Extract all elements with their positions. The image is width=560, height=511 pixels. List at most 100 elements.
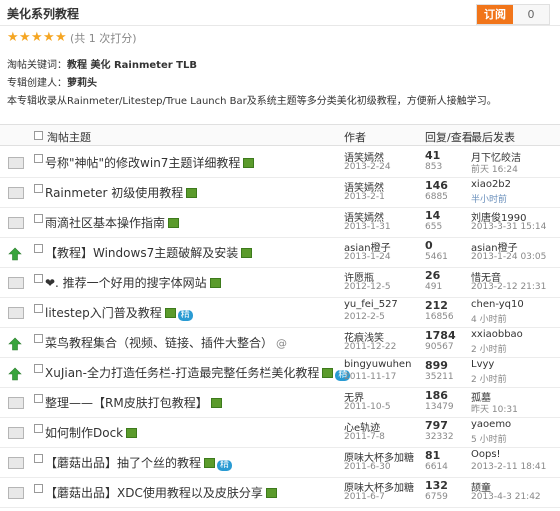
thread-title[interactable]: litestep入门普及教程 精 <box>45 304 193 321</box>
last-poster[interactable]: Lvyy <box>471 359 494 370</box>
thread-title[interactable]: 雨滴社区基本操作指南 <box>45 214 180 231</box>
view-count: 491 <box>425 282 443 292</box>
creator-label: 专辑创建人： <box>7 78 67 89</box>
thread-title[interactable]: 【蘑菇出品】XDC使用教程以及皮肤分享 <box>45 484 277 501</box>
row-checkbox[interactable] <box>34 154 43 163</box>
thread-title[interactable]: 整理——【RM皮肤打包教程】 <box>45 394 222 411</box>
last-post-time[interactable]: 4 小时前 <box>471 312 507 325</box>
thread-title[interactable]: 【蘑菇出品】抽了个丝的教程 精 <box>45 454 233 471</box>
thread-author[interactable]: yu_fei_527 <box>344 299 398 310</box>
rating: ★ ★ ★ ★ ★ (共 1 次打分) <box>7 31 137 45</box>
thread-date: 2013-2-24 <box>344 162 391 172</box>
thread-title-text[interactable]: 菜鸟教程集合（视频、链接、插件大整合） <box>45 336 273 350</box>
reply-count: 212 <box>425 299 448 312</box>
reply-count: 14 <box>425 209 441 222</box>
last-poster[interactable]: xiao2b2 <box>471 179 511 190</box>
table-row: ❤. 推荐一个好用的搜字体网站 许愿瓶 2012-12-5 26 491 惜无音 2013-… <box>0 267 560 298</box>
row-checkbox[interactable] <box>34 244 43 253</box>
thread-doc-icon[interactable] <box>8 187 24 199</box>
row-checkbox[interactable] <box>34 214 43 223</box>
last-post-time[interactable]: 2 小时前 <box>471 342 507 355</box>
reply-count: 41 <box>425 149 441 162</box>
last-poster[interactable]: xxiaobbao <box>471 329 523 340</box>
last-poster[interactable]: Oops! <box>471 449 501 460</box>
image-icon <box>168 218 180 228</box>
thread-date: 2013-2-1 <box>344 192 385 202</box>
thread-doc-icon[interactable] <box>8 307 24 319</box>
last-post-time[interactable]: 2013-2-11 18:41 <box>471 462 546 472</box>
image-icon <box>265 488 277 498</box>
row-checkbox[interactable] <box>34 184 43 193</box>
last-poster[interactable]: yaoemo <box>471 419 511 430</box>
subscribe-label[interactable]: 订阅 <box>477 5 513 24</box>
subscribe-button[interactable]: 订阅 0 <box>476 4 550 25</box>
thread-title-text[interactable]: 【教程】Windows7主题破解及安装 <box>45 246 238 260</box>
thread-title[interactable]: ❤. 推荐一个好用的搜字体网站 <box>45 274 221 291</box>
last-poster[interactable]: chen-yq10 <box>471 299 524 310</box>
image-icon <box>210 398 222 408</box>
select-all-checkbox[interactable] <box>34 131 43 140</box>
row-checkbox[interactable] <box>34 334 43 343</box>
image-icon <box>209 278 221 288</box>
last-post-time[interactable]: 昨天 10:31 <box>471 402 518 415</box>
thread-title[interactable]: 如何制作Dock <box>45 424 138 441</box>
hot-thread-icon[interactable] <box>8 367 24 381</box>
thread-title[interactable]: 菜鸟教程集合（视频、链接、插件大整合） @ <box>45 334 287 351</box>
image-icon <box>243 158 255 168</box>
table-row: 【教程】Windows7主题破解及安装 asian橙子 2013-1-24 0 5461… <box>0 237 560 268</box>
creator-line: 专辑创建人：萝莉头 <box>7 74 97 89</box>
thread-date: 2012-12-5 <box>344 282 391 292</box>
hot-thread-icon[interactable] <box>8 247 24 261</box>
thread-title-text[interactable]: 整理——【RM皮肤打包教程】 <box>45 396 208 410</box>
row-checkbox[interactable] <box>34 484 43 493</box>
thread-title-text[interactable]: 号称"神帖"的修改win7主题详细教程 <box>45 156 240 170</box>
view-count: 5461 <box>425 252 448 262</box>
table-row: XuJian-全力打造任务栏-打造最完整任务栏美化教程精 bingyuwuhen 2… <box>0 357 560 388</box>
thread-title-text[interactable]: ❤. 推荐一个好用的搜字体网站 <box>45 276 207 290</box>
thread-title-text[interactable]: 雨滴社区基本操作指南 <box>45 216 165 230</box>
last-post-time[interactable]: 半小时前 <box>471 192 507 205</box>
last-post-time[interactable]: 2013-3-31 15:14 <box>471 222 546 232</box>
thread-title-text[interactable]: 【蘑菇出品】抽了个丝的教程 <box>45 456 201 470</box>
rating-count: (共 1 次打分) <box>70 32 137 45</box>
thread-title[interactable]: 【教程】Windows7主题破解及安装 <box>45 244 253 261</box>
table-row: 【蘑菇出品】XDC使用教程以及皮肤分享 原味大杯多加糖 2011-6-7 132 675… <box>0 477 560 508</box>
last-post-time[interactable]: 前天 16:24 <box>471 162 518 175</box>
row-checkbox[interactable] <box>34 454 43 463</box>
thread-doc-icon[interactable] <box>8 427 24 439</box>
row-checkbox[interactable] <box>34 364 43 373</box>
column-author: 作者 <box>344 131 366 144</box>
subscribe-count: 0 <box>527 8 535 21</box>
hot-thread-icon[interactable] <box>8 337 24 351</box>
thread-title[interactable]: XuJian-全力打造任务栏-打造最完整任务栏美化教程精 <box>45 364 351 381</box>
thread-title[interactable]: 号称"神帖"的修改win7主题详细教程 <box>45 154 255 171</box>
keywords[interactable]: 教程 美化 Rainmeter TLB <box>67 60 197 71</box>
thread-title-text[interactable]: XuJian-全力打造任务栏-打造最完整任务栏美化教程 <box>45 366 319 380</box>
thread-title-text[interactable]: 【蘑菇出品】XDC使用教程以及皮肤分享 <box>45 486 263 500</box>
thread-doc-icon[interactable] <box>8 457 24 469</box>
thread-title-text[interactable]: 如何制作Dock <box>45 426 123 440</box>
thread-title[interactable]: Rainmeter 初级使用教程 <box>45 184 198 201</box>
last-post-time[interactable]: 2013-1-24 03:05 <box>471 252 546 262</box>
thread-title-text[interactable]: Rainmeter 初级使用教程 <box>45 186 183 200</box>
thread-doc-icon[interactable] <box>8 157 24 169</box>
digest-badge: 精 <box>177 310 193 321</box>
last-post-time[interactable]: 2 小时前 <box>471 372 507 385</box>
thread-doc-icon[interactable] <box>8 487 24 499</box>
row-checkbox[interactable] <box>34 394 43 403</box>
last-post-time[interactable]: 2013-2-12 21:31 <box>471 282 546 292</box>
reply-count: 132 <box>425 479 448 492</box>
row-checkbox[interactable] <box>34 274 43 283</box>
row-checkbox[interactable] <box>34 304 43 313</box>
thread-title-text[interactable]: litestep入门普及教程 <box>45 306 162 320</box>
thread-author[interactable]: bingyuwuhen <box>344 359 411 370</box>
thread-doc-icon[interactable] <box>8 397 24 409</box>
image-icon <box>204 458 216 468</box>
last-post-time[interactable]: 5 小时前 <box>471 432 507 445</box>
last-post-time[interactable]: 2013-4-3 21:42 <box>471 492 541 502</box>
thread-doc-icon[interactable] <box>8 217 24 229</box>
thread-doc-icon[interactable] <box>8 277 24 289</box>
row-checkbox[interactable] <box>34 424 43 433</box>
column-stats: 回复/查看 <box>425 131 473 144</box>
creator-name[interactable]: 萝莉头 <box>67 78 97 89</box>
